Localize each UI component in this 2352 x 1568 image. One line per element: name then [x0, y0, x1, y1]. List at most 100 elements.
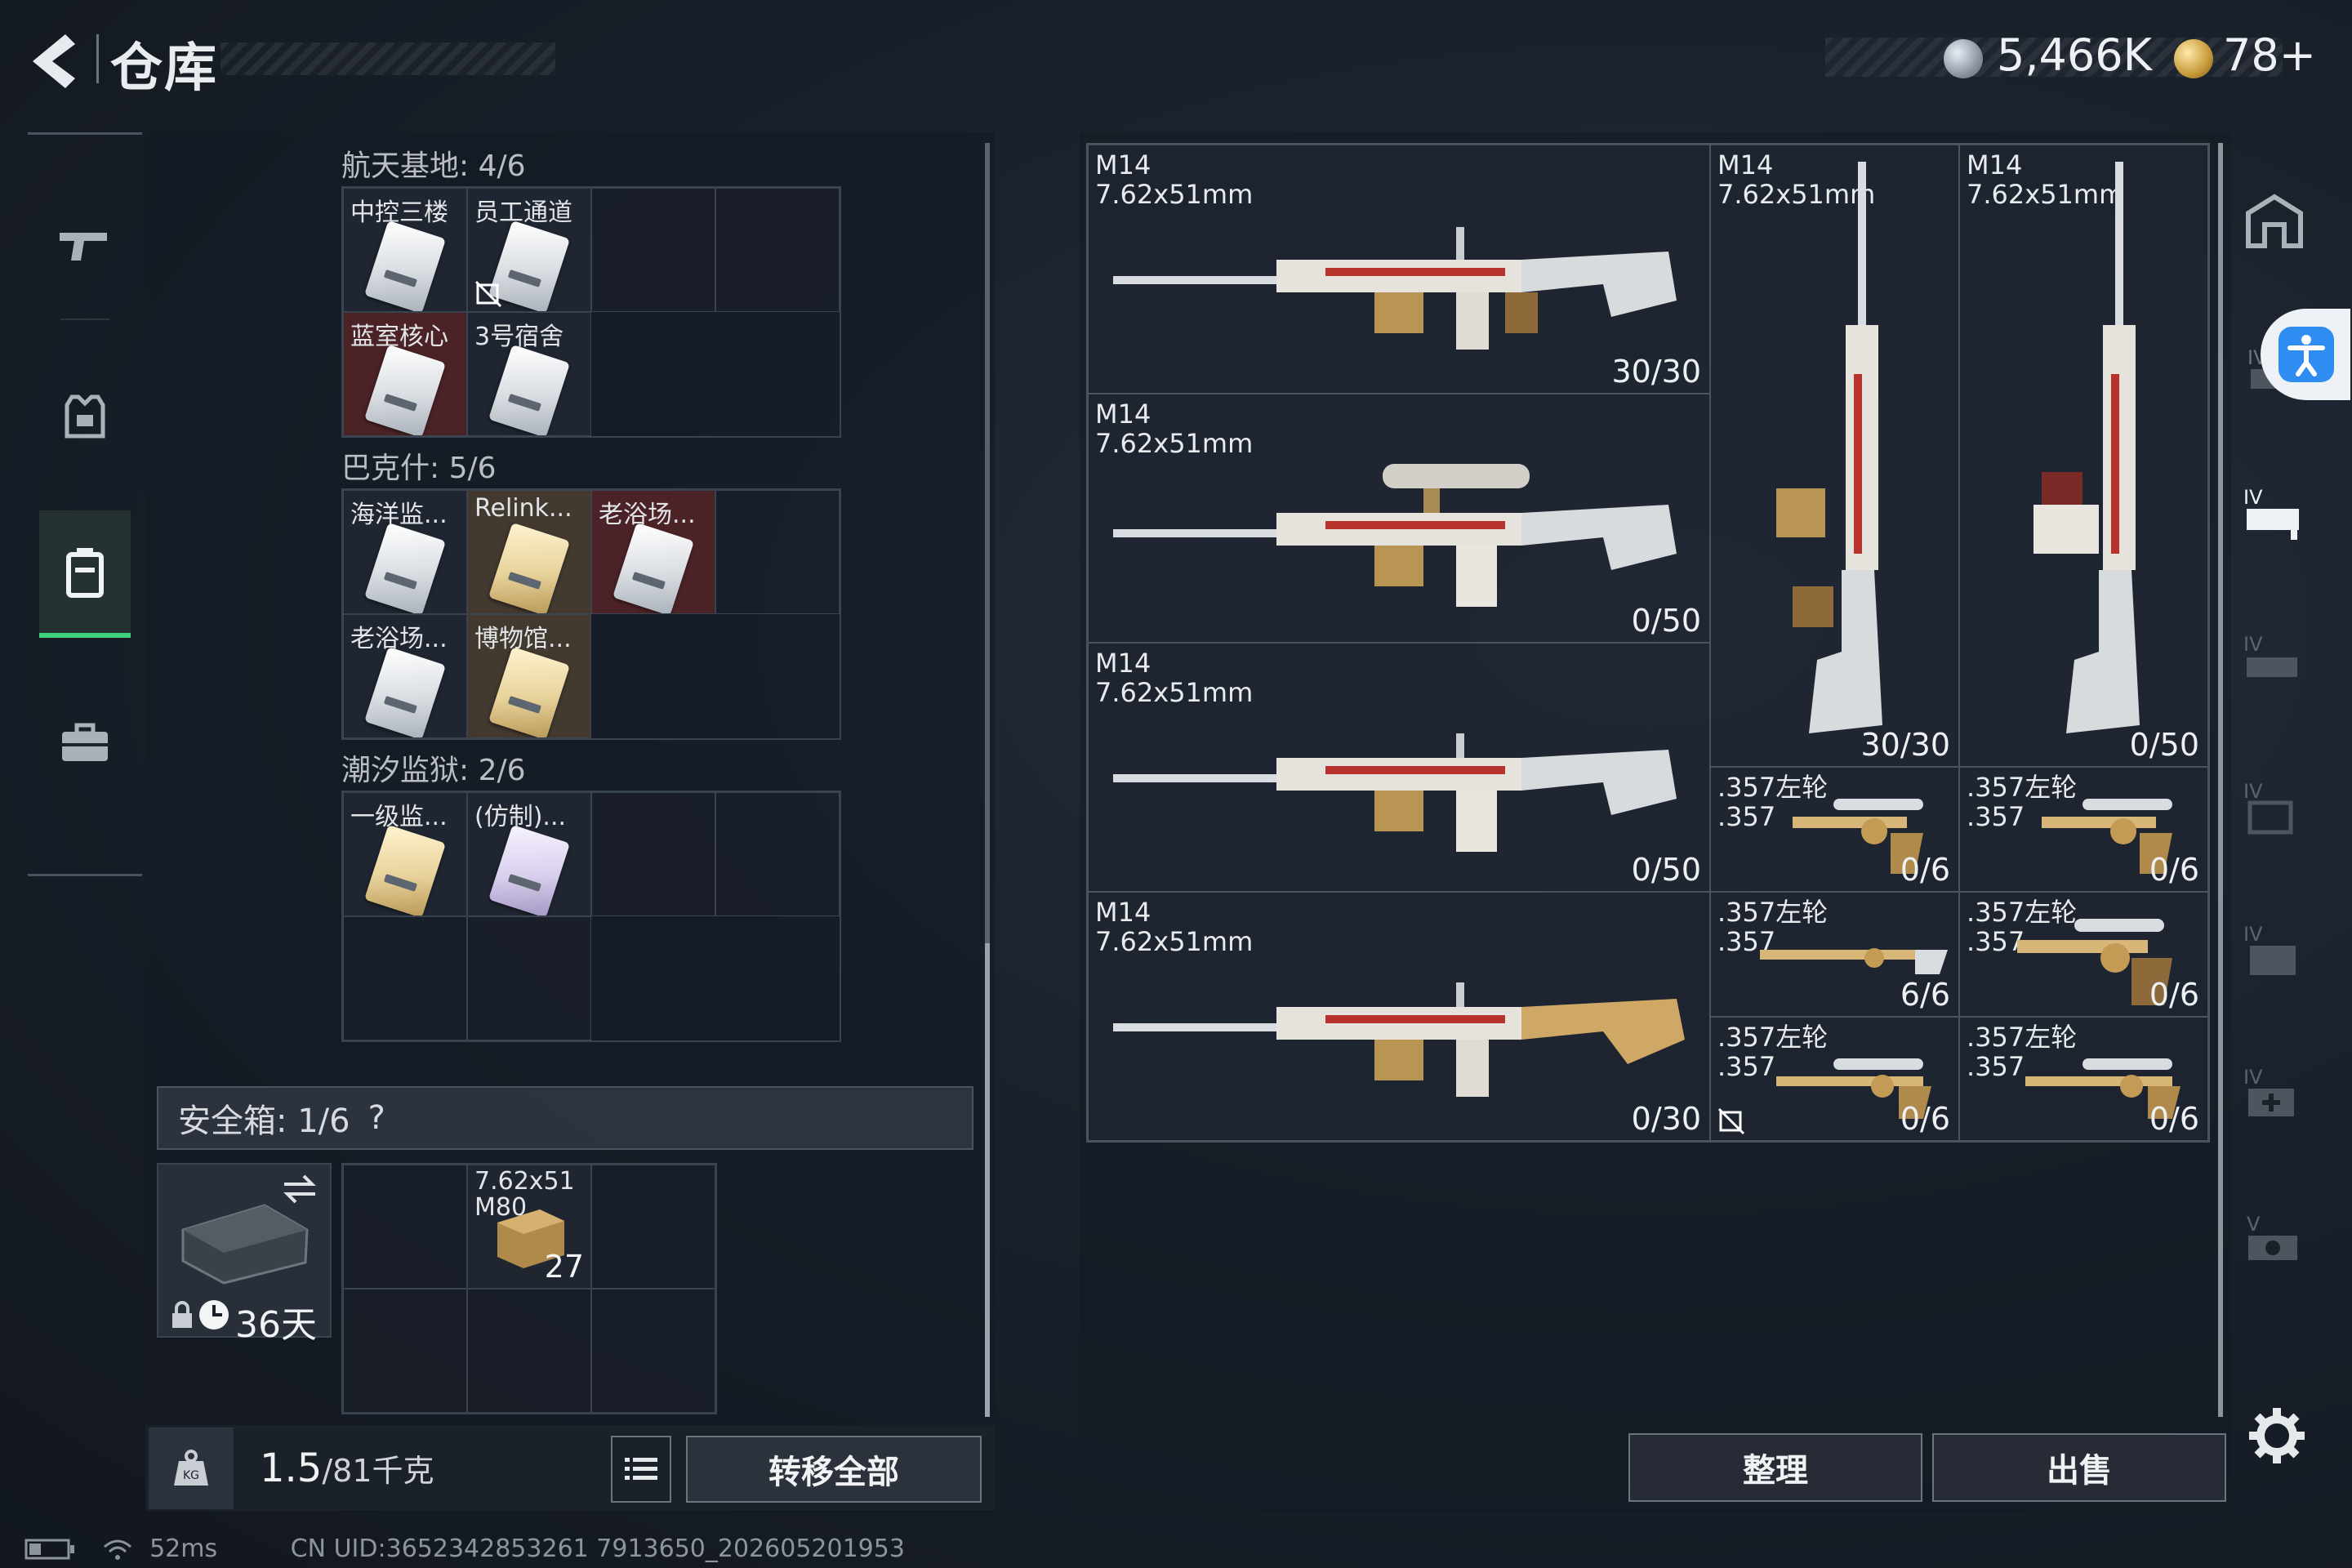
- ammo-count: 0/30: [1631, 1101, 1701, 1137]
- storage-tab-7[interactable]: IV: [2238, 1058, 2311, 1131]
- inventory-scrollbar[interactable]: [2218, 143, 2223, 1417]
- empty-slot[interactable]: [715, 490, 840, 614]
- chevron-left-icon: [33, 34, 75, 88]
- weapon-grid: M14 7.62x51mm 30/30 M14 7.62x51mm 0/50 M14…: [1086, 143, 2210, 1143]
- nav-backpack[interactable]: [39, 510, 131, 638]
- empty-slot[interactable]: [591, 792, 715, 916]
- empty-slot[interactable]: [343, 1165, 467, 1289]
- safe-box-container[interactable]: 36天: [157, 1163, 332, 1346]
- storage-tab-4[interactable]: IV: [2238, 625, 2311, 698]
- keycard-item[interactable]: 海洋监...: [343, 490, 467, 614]
- weapon-rack-icon: IV: [2243, 486, 2299, 540]
- keycard-icon: [488, 646, 571, 737]
- keycard-item[interactable]: 蓝室核心: [343, 312, 467, 436]
- wifi-icon: [103, 1539, 131, 1560]
- weight-icon: KG: [174, 1450, 208, 1486]
- empty-slot[interactable]: [343, 916, 467, 1040]
- storage-level-icon: IV: [2243, 923, 2296, 975]
- weapon-item[interactable]: M14 7.62x51mm 0/50: [1088, 394, 1710, 643]
- item-label: 蓝室核心: [350, 323, 448, 351]
- no-trade-icon: [1717, 1107, 1745, 1135]
- keycard-icon: [363, 522, 447, 613]
- storage-tab-5[interactable]: IV: [2238, 772, 2311, 845]
- empty-slot[interactable]: [343, 1289, 467, 1413]
- section-title: 航天基地: 4/6: [341, 149, 526, 183]
- keycard-item[interactable]: 一级监...: [343, 792, 467, 916]
- item-label: 中控三楼: [350, 198, 448, 227]
- ammo-count: 6/6: [1900, 977, 1950, 1013]
- ammo-count: 0/6: [2149, 852, 2199, 888]
- scoped-rifle-icon: [1113, 464, 1677, 607]
- empty-slot[interactable]: [591, 188, 715, 312]
- weapon-item[interactable]: .357左轮 .357 6/6: [1710, 892, 1959, 1017]
- keycard-icon: [363, 646, 447, 737]
- keycard-item[interactable]: 中控三楼: [343, 188, 467, 312]
- empty-slot[interactable]: [467, 916, 591, 1040]
- keycard-icon: [488, 344, 571, 435]
- help-icon[interactable]: ?: [368, 1099, 385, 1137]
- storage-tab-8[interactable]: V: [2238, 1205, 2311, 1278]
- weapon-item[interactable]: M14 7.62x51mm 0/50: [1088, 643, 1710, 892]
- safe-box-grid: 7.62x51 M80 27: [341, 1163, 717, 1414]
- keycard-icon: [612, 522, 695, 613]
- empty-slot[interactable]: [591, 1165, 715, 1289]
- storage-level-icon: IV: [2243, 780, 2293, 835]
- weapon-item[interactable]: M14 7.62x51mm 30/30: [1088, 145, 1710, 394]
- rifle-icon: [1113, 227, 1677, 350]
- weapon-item[interactable]: M14 7.62x51mm 0/30: [1088, 892, 1710, 1141]
- empty-slot[interactable]: [591, 1289, 715, 1413]
- safe-box-duration: 36天: [235, 1304, 317, 1346]
- weapon-item[interactable]: .357左轮 .357 0/6: [1710, 1017, 1959, 1141]
- empty-slot[interactable]: [467, 1289, 591, 1413]
- section-title: 巴克什: 5/6: [341, 452, 497, 485]
- svg-text:IV: IV: [2243, 1066, 2263, 1089]
- svg-text:V: V: [2247, 1213, 2261, 1236]
- empty-slot[interactable]: [715, 792, 840, 916]
- rifle-vertical-icon: [1776, 162, 1882, 733]
- storage-tab-6[interactable]: IV: [2238, 915, 2311, 988]
- battery-icon: [24, 1539, 74, 1559]
- warehouse-icon: [2246, 194, 2303, 248]
- settings-button[interactable]: [2246, 1405, 2308, 1467]
- ammo-count: 0/50: [1631, 603, 1701, 639]
- item-label: 员工通道: [474, 198, 572, 227]
- ammo-item[interactable]: 7.62x51 M80 27: [467, 1165, 591, 1289]
- rifle-vertical-icon: [2034, 162, 2140, 733]
- transfer-all-button[interactable]: 转移全部: [686, 1436, 982, 1503]
- keycard-icon: [363, 824, 447, 915]
- storage-tab[interactable]: [2238, 184, 2311, 257]
- sell-button[interactable]: 出售: [1932, 1433, 2226, 1502]
- title-divider: [96, 34, 99, 83]
- title-decoration: [220, 42, 555, 75]
- back-button[interactable]: [24, 24, 90, 98]
- stash-scrollbar-thumb[interactable]: [985, 943, 990, 1417]
- empty-slot[interactable]: [715, 188, 840, 312]
- weapon-item[interactable]: .357左轮 .357 0/6: [1710, 767, 1959, 892]
- keycard-item[interactable]: Relink...: [467, 490, 591, 614]
- nav-weapons[interactable]: [39, 184, 131, 306]
- nav-case[interactable]: [39, 682, 131, 804]
- section-grid-tidal-prison: 一级监... (仿制)...: [341, 791, 841, 1042]
- sort-button[interactable]: 整理: [1628, 1433, 1922, 1502]
- keycard-item[interactable]: 老浴场...: [343, 614, 467, 738]
- weapon-item[interactable]: M14 7.62x51mm 0/50: [1959, 145, 2208, 767]
- nav-armor[interactable]: [39, 355, 131, 478]
- keycard-item[interactable]: 员工通道: [467, 188, 591, 312]
- ammo-count: 30/30: [1611, 354, 1701, 390]
- accessibility-button[interactable]: [2261, 309, 2350, 400]
- keycard-icon: [488, 824, 571, 915]
- keycard-item[interactable]: 博物馆...: [467, 614, 591, 738]
- section-title: 潮汐监狱: 2/6: [341, 754, 526, 787]
- weapon-item[interactable]: M14 7.62x51mm 30/30: [1710, 145, 1959, 767]
- weapon-item[interactable]: .357左轮 .357 0/6: [1959, 892, 2208, 1017]
- keycard-item[interactable]: (仿制)...: [467, 792, 591, 916]
- stash-scrollbar-track[interactable]: [985, 143, 990, 943]
- weapon-item[interactable]: .357左轮 .357 0/6: [1959, 767, 2208, 892]
- keycard-item[interactable]: 老浴场...: [591, 490, 715, 614]
- weapon-item[interactable]: .357左轮 .357 0/6: [1959, 1017, 2208, 1141]
- storage-tab-weapons[interactable]: IV: [2238, 478, 2311, 551]
- keycard-item[interactable]: 3号宿舍: [467, 312, 591, 436]
- swap-icon[interactable]: [281, 1173, 318, 1205]
- currency-gold-value[interactable]: 78+: [2223, 29, 2316, 81]
- list-view-button[interactable]: [611, 1436, 671, 1503]
